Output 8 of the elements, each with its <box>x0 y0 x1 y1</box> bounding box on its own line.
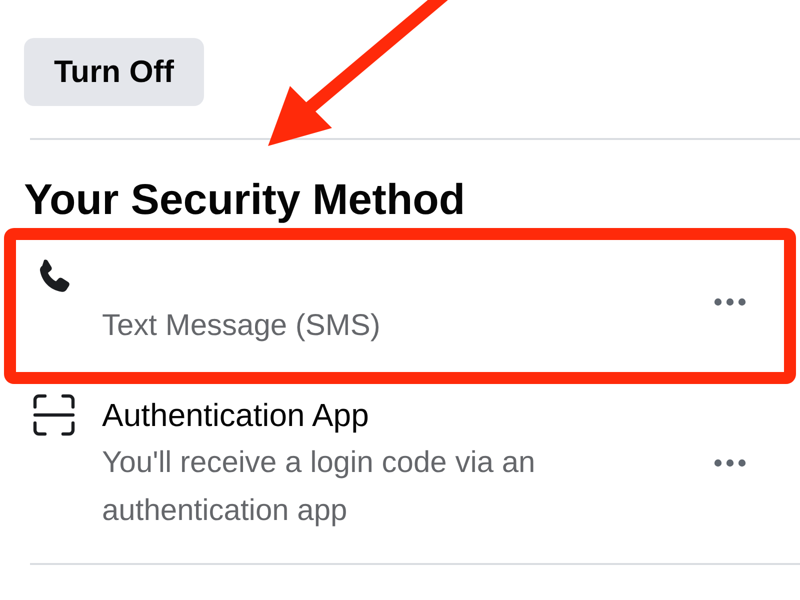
more-icon <box>714 459 746 467</box>
more-icon <box>714 298 746 306</box>
method-description: Text Message (SMS) <box>102 308 382 344</box>
section-heading: Your Security Method <box>24 175 466 226</box>
method-description: You'll receive a login code via an authentication app <box>102 445 536 529</box>
turn-off-button[interactable]: Turn Off <box>24 38 204 106</box>
scan-frame-icon <box>32 394 76 436</box>
method-title: Authentication App <box>102 396 370 435</box>
